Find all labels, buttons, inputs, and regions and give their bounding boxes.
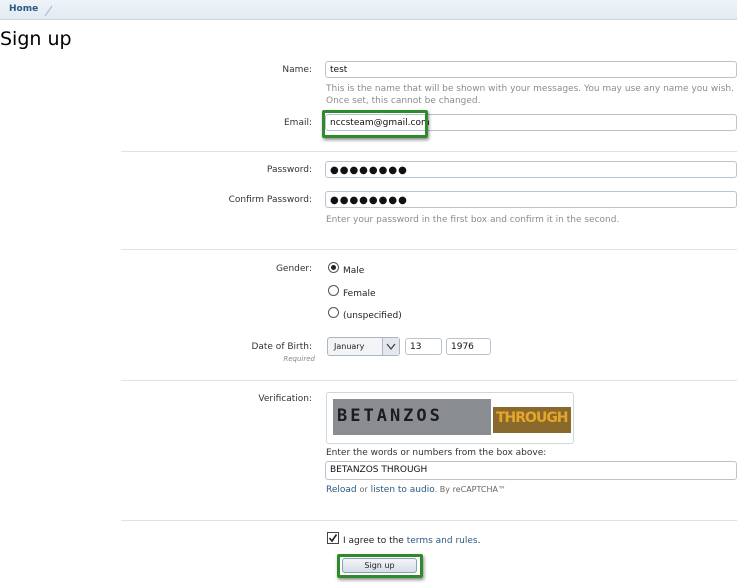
gender-male-radio[interactable] [328, 262, 339, 273]
captcha-word-1: BETANZOS [333, 399, 491, 435]
agree-text: I agree to the terms and rules. [343, 536, 480, 546]
captcha-reload-link[interactable]: Reload [326, 485, 357, 495]
dob-required: Required [283, 355, 315, 363]
name-hint: This is the name that will be shown with… [326, 84, 734, 106]
captcha-word-2: THROUGH [493, 407, 571, 433]
dob-month-select[interactable]: January [327, 337, 400, 356]
email-input[interactable]: nccsteam@gmail.com [325, 114, 737, 131]
divider [121, 249, 737, 250]
terms-link[interactable]: terms and rules [407, 536, 478, 546]
gender-male-label: Male [343, 266, 365, 276]
dob-day-input[interactable]: 13 [405, 338, 442, 355]
gender-unspecified-radio[interactable] [328, 307, 339, 318]
dob-year-input[interactable]: 1976 [446, 338, 491, 355]
name-label: Name: [282, 65, 312, 75]
verification-label: Verification: [258, 394, 312, 404]
captcha-links: Reload or listen to audio. By reCAPTCHA™ [326, 485, 506, 495]
captcha-audio-link[interactable]: listen to audio [371, 485, 435, 495]
dob-month-value: January [334, 342, 365, 351]
email-label: Email: [283, 118, 312, 128]
gender-unspecified-label: (unspecified) [343, 311, 402, 321]
breadcrumb-separator-icon [44, 5, 53, 17]
agree-suffix: . [477, 536, 481, 546]
breadcrumb-home-link[interactable]: Home [9, 4, 38, 14]
gender-female-label: Female [343, 289, 376, 299]
captcha-by: . By reCAPTCHA™ [434, 485, 506, 494]
checkmark-icon [328, 534, 338, 543]
password-label: Password: [266, 165, 312, 175]
confirm-password-input[interactable]: ●●●●●●●● [325, 191, 737, 208]
chevron-down-icon [382, 338, 399, 355]
name-input[interactable]: test [325, 61, 737, 78]
captcha-or: or [359, 485, 368, 494]
agree-checkbox[interactable] [327, 532, 339, 544]
divider [121, 151, 737, 152]
password-hint: Enter your password in the first box and… [326, 215, 620, 225]
agree-prefix: I agree to the [343, 536, 404, 546]
confirm-password-label: Confirm Password: [228, 195, 312, 205]
password-input[interactable]: ●●●●●●●● [325, 161, 737, 178]
divider [121, 380, 737, 381]
dob-label: Date of Birth: [251, 342, 312, 352]
gender-label: Gender: [275, 264, 312, 274]
sign-up-button[interactable]: Sign up [342, 558, 417, 573]
breadcrumb [0, 0, 737, 20]
captcha-instructions: Enter the words or numbers from the box … [326, 448, 547, 458]
gender-female-radio[interactable] [328, 285, 339, 296]
page-title: Sign up [0, 28, 72, 50]
divider [121, 520, 737, 521]
captcha-image: BETANZOS THROUGH [326, 392, 574, 444]
captcha-input[interactable]: BETANZOS THROUGH [325, 461, 737, 480]
